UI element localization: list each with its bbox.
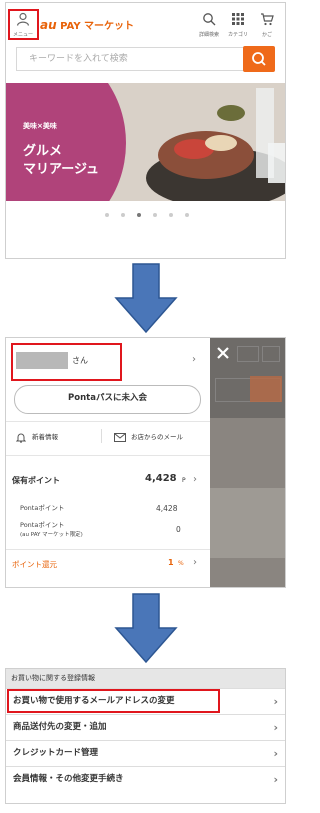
carousel-dot[interactable]	[104, 213, 109, 217]
points-value: 4,428	[145, 473, 177, 484]
bell-icon	[15, 433, 27, 443]
search-icon	[203, 13, 216, 26]
background-sofa	[210, 488, 285, 558]
grid-icon	[237, 346, 259, 362]
ponta-points-value: 4,428	[156, 504, 178, 513]
chevron-right-icon: ›	[193, 557, 197, 568]
refund-value: 1	[168, 558, 174, 567]
highlight-menu	[8, 9, 39, 40]
chevron-right-icon: ›	[193, 474, 197, 485]
menu-drawer: さん › Pontaパスに未入会 新着情報 お店からのメール 保有ポイント 4,…	[6, 338, 210, 587]
menu-item-label: 会員情報・その他変更手続き	[13, 774, 124, 784]
divider	[6, 455, 210, 456]
news-label: 新着情報	[32, 433, 58, 441]
mail-icon	[114, 432, 126, 442]
chevron-right-icon: ›	[273, 747, 278, 760]
ponta-limited-label: Pontaポイント	[20, 521, 65, 529]
menu-item-member-info[interactable]: 会員情報・その他変更手続き ›	[6, 766, 285, 792]
ponta-pass-button[interactable]: Pontaパスに未入会	[14, 385, 201, 414]
ponta-limited-value: 0	[176, 525, 181, 534]
carousel-dot[interactable]	[184, 213, 189, 217]
points-label: 保有ポイント	[12, 476, 60, 485]
news-link[interactable]: 新着情報	[15, 431, 58, 443]
header-icon-label: カテゴリ	[227, 32, 248, 38]
down-arrow-icon	[114, 263, 178, 334]
carousel-dot[interactable]	[152, 213, 157, 217]
menu-item-shipping-address[interactable]: 商品送付先の変更・追加 ›	[6, 714, 285, 740]
divider	[6, 421, 210, 422]
site-logo[interactable]: au PAY マーケット	[40, 17, 134, 32]
refund-label: ポイント還元	[12, 560, 57, 569]
carousel-dots	[6, 213, 285, 217]
menu-item-credit-card[interactable]: クレジットカード管理 ›	[6, 740, 285, 766]
header-icon-label: かご	[261, 32, 272, 38]
down-arrow-icon	[114, 593, 178, 664]
screen-menu-drawer: さん › Pontaパスに未入会 新着情報 お店からのメール 保有ポイント 4,…	[5, 337, 286, 588]
dimmed-background[interactable]	[210, 338, 285, 587]
chevron-right-icon: ›	[273, 773, 278, 786]
cart-icon	[261, 13, 274, 26]
search-button	[250, 376, 282, 402]
points-unit: P	[182, 477, 186, 484]
ponta-points-label: Pontaポイント	[20, 504, 65, 512]
cart-button[interactable]: かご	[252, 11, 282, 38]
highlight-email-change	[7, 689, 220, 713]
close-icon[interactable]	[216, 346, 230, 360]
section-title: お買い物に関する登録情報	[6, 669, 285, 688]
search-button[interactable]	[243, 46, 275, 72]
menu-item-label: クレジットカード管理	[13, 748, 99, 758]
category-button[interactable]: カテゴリ	[223, 11, 253, 38]
menu-item-label: 商品送付先の変更・追加	[13, 722, 107, 732]
screen-home: メニュー au PAY マーケット 詳細検索 カテゴリ かご キーワードを入れて…	[5, 2, 286, 259]
header-icon-label: 詳細検索	[198, 32, 219, 38]
chevron-right-icon: ›	[273, 695, 278, 708]
cart-icon	[262, 346, 280, 362]
highlight-user	[11, 343, 122, 381]
shop-mail-label: お店からのメール	[131, 433, 183, 441]
carousel-dot-active[interactable]	[136, 213, 141, 217]
divider	[6, 549, 210, 550]
banner-title: グルメ マリアージュ	[23, 144, 100, 177]
banner-tagline: 美味×美味	[23, 122, 57, 130]
search-input[interactable]: キーワードを入れて検索	[16, 47, 250, 71]
promo-banner[interactable]: 美味×美味 グルメ マリアージュ	[6, 83, 285, 201]
search-icon	[252, 52, 266, 66]
ponta-limited-sublabel: (au PAY マーケット限定)	[20, 532, 83, 538]
shop-mail-link[interactable]: お店からのメール	[114, 431, 183, 442]
divider	[101, 429, 102, 443]
carousel-dot[interactable]	[168, 213, 173, 217]
chevron-right-icon: ›	[273, 721, 278, 734]
detail-search-button[interactable]: 詳細検索	[194, 11, 224, 38]
grid-icon	[232, 13, 244, 25]
screen-registration-info: お買い物に関する登録情報 お買い物で使用するメールアドレスの変更 › 商品送付先…	[5, 668, 286, 804]
refund-unit: %	[178, 560, 184, 567]
chevron-right-icon: ›	[192, 354, 196, 365]
banner-pink-shape	[6, 83, 126, 201]
carousel-dot[interactable]	[120, 213, 125, 217]
